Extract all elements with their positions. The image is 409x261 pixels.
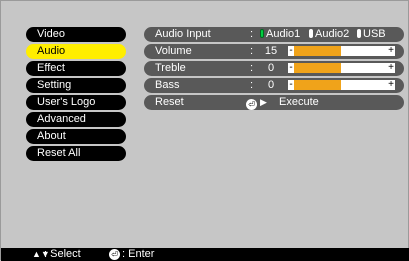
option-label: Audio1 — [266, 28, 301, 40]
volume-slider[interactable]: - + — [288, 46, 395, 56]
arrow-right-icon: ▶ — [260, 97, 267, 107]
reset-label: Reset — [155, 96, 184, 108]
treble-row[interactable]: Treble : 0 - + — [144, 61, 404, 76]
menu-item-label: Audio — [37, 45, 66, 57]
audio-input-option-usb[interactable]: USB — [357, 27, 386, 42]
projector-menu-screen: Video Audio Effect Setting User's Logo A… — [0, 0, 409, 261]
treble-label: Treble — [155, 62, 186, 74]
bass-row[interactable]: Bass : 0 - + — [144, 78, 404, 93]
menu-item-effect[interactable]: Effect — [26, 61, 126, 76]
select-hint: : Select — [44, 248, 81, 260]
menu-item-users-logo[interactable]: User's Logo — [26, 95, 126, 110]
menu-item-advanced[interactable]: Advanced — [26, 112, 126, 127]
bass-label: Bass — [155, 79, 180, 91]
radio-unselected-icon — [357, 29, 361, 38]
menu-item-label: Setting — [37, 79, 72, 91]
plus-icon: + — [388, 62, 394, 73]
option-label: Audio2 — [315, 28, 350, 40]
volume-row[interactable]: Volume : 15 - + — [144, 44, 404, 59]
menu-item-label: About — [37, 130, 66, 142]
menu-item-audio[interactable]: Audio — [26, 44, 126, 59]
plus-icon: + — [388, 45, 394, 56]
audio-input-label: Audio Input — [155, 28, 211, 40]
enter-hint: : Enter — [122, 248, 155, 260]
audio-input-option-audio1[interactable]: Audio1 — [260, 27, 300, 42]
menu-item-label: Reset All — [37, 147, 81, 159]
colon: : — [250, 79, 254, 91]
colon: : — [250, 62, 254, 74]
menu-item-label: Video — [37, 28, 65, 40]
menu-item-video[interactable]: Video — [26, 27, 126, 42]
volume-value: 15 — [264, 45, 278, 57]
treble-slider[interactable]: - + — [288, 63, 395, 73]
enter-icon: ⏎ — [246, 95, 257, 110]
menu-item-label: Effect — [37, 62, 65, 74]
footer-help-bar: ▲▼ : Select ⏎ : Enter — [1, 248, 409, 261]
menu-item-about[interactable]: About — [26, 129, 126, 144]
reset-row[interactable]: Reset ⏎ ▶ Execute — [144, 95, 404, 110]
menu-item-label: User's Logo — [37, 96, 96, 108]
bass-slider[interactable]: - + — [288, 80, 395, 90]
colon: : — [250, 45, 254, 57]
menu-item-label: Advanced — [37, 113, 86, 125]
radio-selected-icon — [260, 29, 264, 38]
treble-slider-fill — [294, 63, 341, 73]
audio-input-row[interactable]: Audio Input : Audio1 Audio2 USB — [144, 27, 404, 42]
menu-item-reset-all[interactable]: Reset All — [26, 146, 126, 161]
colon: : — [250, 28, 254, 40]
volume-label: Volume — [155, 45, 192, 57]
menu-item-setting[interactable]: Setting — [26, 78, 126, 93]
enter-icon: ⏎ — [109, 249, 120, 260]
option-label: USB — [363, 28, 386, 40]
bass-slider-fill — [294, 80, 341, 90]
bass-value: 0 — [267, 79, 275, 91]
radio-unselected-icon — [309, 29, 313, 38]
reset-execute-button[interactable]: Execute — [279, 95, 319, 110]
volume-slider-fill — [294, 46, 341, 56]
treble-value: 0 — [267, 62, 275, 74]
audio-input-option-audio2[interactable]: Audio2 — [309, 27, 349, 42]
plus-icon: + — [388, 79, 394, 90]
